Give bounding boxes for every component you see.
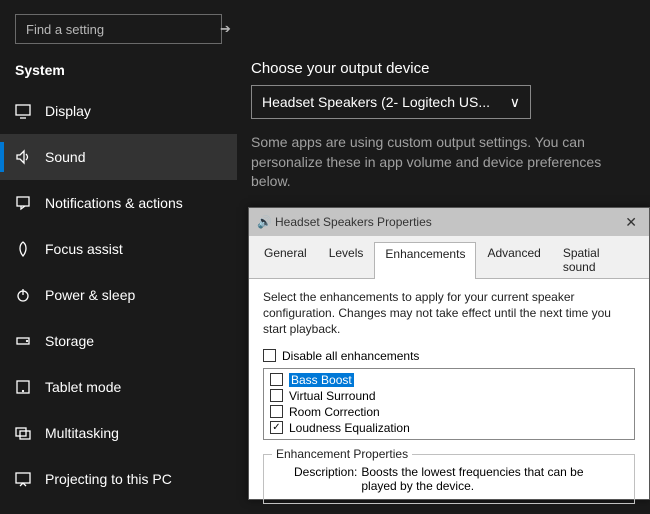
enhancement-room-correction[interactable]: Room Correction — [270, 404, 628, 420]
power-icon — [15, 287, 45, 303]
tab-levels[interactable]: Levels — [318, 241, 375, 278]
description-label: Description: — [294, 465, 357, 479]
sidebar-item-power[interactable]: Power & sleep — [0, 272, 237, 318]
sidebar-item-label: Multitasking — [45, 425, 119, 441]
disable-all-label: Disable all enhancements — [282, 349, 419, 363]
sidebar-item-focus-assist[interactable]: Focus assist — [0, 226, 237, 272]
focus-assist-icon — [15, 241, 45, 257]
dialog-tabs: General Levels Enhancements Advanced Spa… — [249, 236, 649, 279]
display-icon — [15, 103, 45, 119]
output-device-dropdown[interactable]: Headset Speakers (2- Logitech US... ∨ — [251, 85, 531, 119]
sidebar-item-multitasking[interactable]: Multitasking — [0, 410, 237, 456]
enhancement-loudness-eq[interactable]: ✓ Loudness Equalization — [270, 420, 628, 436]
search-box[interactable]: ➔ — [15, 14, 222, 44]
checkbox[interactable] — [270, 405, 283, 418]
speaker-icon: 🔊 — [257, 215, 275, 229]
sidebar-item-label: Notifications & actions — [45, 195, 183, 211]
sidebar-item-label: Storage — [45, 333, 94, 349]
enhancements-listbox[interactable]: Bass Boost Virtual Surround Room Correct… — [263, 368, 635, 440]
disable-all-checkbox[interactable] — [263, 349, 276, 362]
sidebar-item-label: Focus assist — [45, 241, 123, 257]
chevron-down-icon: ∨ — [510, 94, 520, 111]
group-title: Enhancement Properties — [272, 447, 412, 461]
settings-sidebar: ➔ System Display Sound Notifications & a… — [0, 0, 237, 500]
sidebar-item-label: Display — [45, 103, 91, 119]
checkbox[interactable]: ✓ — [270, 421, 283, 434]
apps-note: Some apps are using custom output settin… — [251, 119, 636, 192]
panel-instruction: Select the enhancements to apply for you… — [263, 289, 635, 348]
checkbox[interactable] — [270, 373, 283, 386]
dialog-titlebar[interactable]: 🔊 Headset Speakers Properties ✕ — [249, 208, 649, 236]
sidebar-item-notifications[interactable]: Notifications & actions — [0, 180, 237, 226]
storage-icon — [15, 333, 45, 349]
multitasking-icon — [15, 425, 45, 441]
checkbox[interactable] — [270, 389, 283, 402]
dialog-title: Headset Speakers Properties — [275, 215, 432, 229]
sidebar-item-label: Projecting to this PC — [45, 471, 172, 487]
tablet-icon — [15, 379, 45, 395]
close-button[interactable]: ✕ — [621, 214, 641, 231]
output-device-label: Choose your output device — [251, 14, 636, 85]
enhancement-virtual-surround[interactable]: Virtual Surround — [270, 388, 628, 404]
tab-general[interactable]: General — [253, 241, 318, 278]
tab-spatial-sound[interactable]: Spatial sound — [552, 241, 645, 278]
search-input[interactable] — [16, 22, 212, 37]
description-text: Boosts the lowest frequencies that can b… — [361, 465, 621, 493]
sidebar-item-projecting[interactable]: Projecting to this PC — [0, 456, 237, 502]
enhancement-bass-boost[interactable]: Bass Boost — [270, 372, 628, 388]
enhancement-label: Room Correction — [289, 405, 380, 419]
enhancement-label: Virtual Surround — [289, 389, 376, 403]
enhancement-label: Bass Boost — [289, 373, 354, 387]
enhancements-panel: Select the enhancements to apply for you… — [249, 279, 649, 514]
enhancement-properties-group: Enhancement Properties Description: Boos… — [263, 454, 635, 504]
sidebar-item-storage[interactable]: Storage — [0, 318, 237, 364]
category-heading: System — [0, 62, 237, 88]
search-icon: ➔ — [212, 21, 239, 37]
projecting-icon — [15, 471, 45, 487]
sidebar-item-sound[interactable]: Sound — [0, 134, 237, 180]
sidebar-item-label: Tablet mode — [45, 379, 121, 395]
sound-icon — [15, 149, 45, 165]
output-device-value: Headset Speakers (2- Logitech US... — [262, 94, 490, 110]
tab-advanced[interactable]: Advanced — [476, 241, 551, 278]
tab-enhancements[interactable]: Enhancements — [374, 242, 476, 279]
enhancement-label: Loudness Equalization — [289, 421, 410, 435]
sidebar-item-label: Sound — [45, 149, 85, 165]
sidebar-item-display[interactable]: Display — [0, 88, 237, 134]
sidebar-item-label: Power & sleep — [45, 287, 135, 303]
disable-all-row[interactable]: Disable all enhancements — [263, 348, 635, 364]
speaker-properties-dialog: 🔊 Headset Speakers Properties ✕ General … — [248, 207, 650, 500]
sidebar-item-tablet[interactable]: Tablet mode — [0, 364, 237, 410]
notifications-icon — [15, 195, 45, 211]
